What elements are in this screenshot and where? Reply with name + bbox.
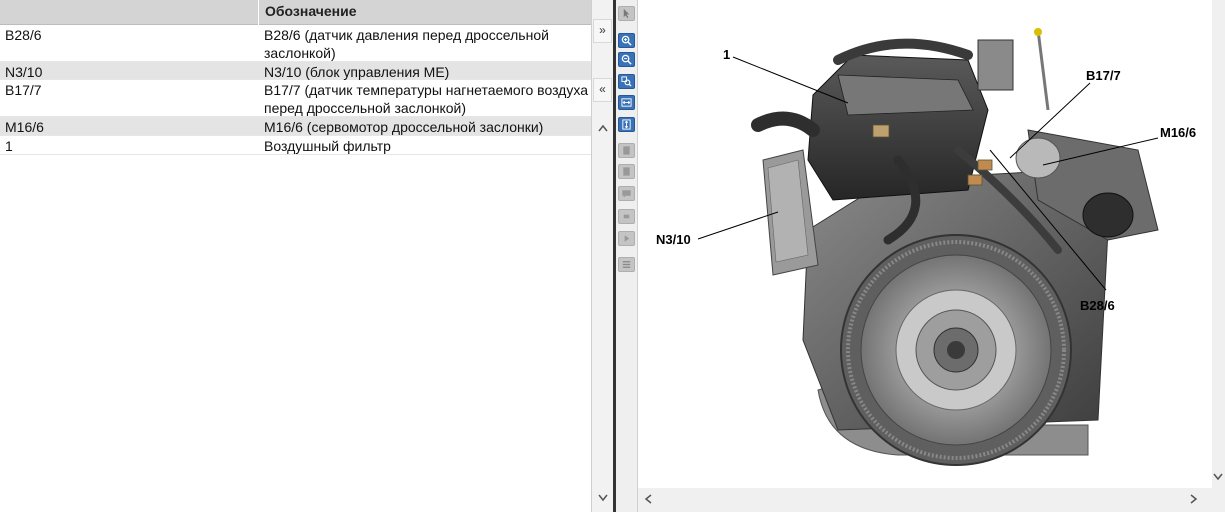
header-code[interactable] (0, 0, 258, 24)
table-row[interactable]: B28/6 B28/6 (датчик давления перед дросс… (0, 25, 591, 62)
scroll-up-arrow[interactable] (594, 120, 612, 136)
page-icon[interactable] (618, 143, 635, 158)
scroll-left-arrow[interactable] (644, 493, 652, 507)
zoom-in-icon[interactable] (618, 33, 635, 48)
image-toolbar (616, 0, 638, 512)
header-designation[interactable]: Обозначение (259, 0, 591, 24)
chevron-left-icon (644, 494, 652, 504)
small-square-icon[interactable] (618, 209, 635, 224)
callout-air-filter[interactable]: 1 (723, 47, 730, 62)
row-code: B17/7 (5, 82, 42, 98)
scroll-down-arrow[interactable] (594, 490, 612, 506)
table-row[interactable]: M16/6 M16/6 (сервомотор дроссельной засл… (0, 117, 591, 136)
chevron-down-icon (598, 494, 608, 502)
table-row[interactable]: N3/10 N3/10 (блок управления ME) (0, 62, 591, 80)
pointer-icon[interactable] (618, 6, 635, 21)
callout-m16-6[interactable]: M16/6 (1160, 125, 1196, 140)
chevron-right-icon (1190, 494, 1198, 504)
horizontal-scrollbar[interactable] (638, 488, 1212, 512)
parts-table: Обозначение B28/6 B28/6 (датчик давления… (0, 0, 591, 512)
table-header: Обозначение (0, 0, 591, 25)
scroll-right-arrow[interactable] (1190, 493, 1198, 507)
row-description: B17/7 (датчик температуры нагнетаемого в… (264, 82, 588, 116)
vertical-scrollbar[interactable] (1212, 0, 1225, 488)
list-icon[interactable] (618, 257, 635, 272)
zoom-out-icon[interactable] (618, 52, 635, 67)
fit-width-icon[interactable] (618, 95, 635, 110)
expand-pane-button[interactable]: » (593, 19, 612, 43)
table-body: B28/6 B28/6 (датчик давления перед дросс… (0, 25, 591, 155)
row-description: B28/6 (датчик давления перед дроссельной… (264, 27, 549, 61)
row-code: 1 (5, 138, 13, 154)
chevron-up-icon (598, 124, 608, 132)
callout-n3-10[interactable]: N3/10 (656, 232, 691, 247)
engine-illustration (697, 28, 1159, 466)
callout-b17-7[interactable]: B17/7 (1086, 68, 1121, 83)
collapse-pane-button[interactable]: « (593, 78, 612, 102)
table-row[interactable]: 1 Воздушный фильтр (0, 136, 591, 155)
page-icon[interactable] (618, 164, 635, 179)
callout-b28-6[interactable]: B28/6 (1080, 298, 1115, 313)
row-description: M16/6 (сервомотор дроссельной заслонки) (264, 119, 544, 135)
chevron-down-icon (1213, 473, 1223, 481)
fit-height-icon[interactable] (618, 117, 635, 132)
row-description: Воздушный фильтр (264, 138, 391, 154)
zoom-region-icon[interactable] (618, 74, 635, 89)
row-code: N3/10 (5, 64, 43, 80)
play-icon[interactable] (618, 231, 635, 246)
scroll-down-arrow[interactable] (1213, 470, 1223, 484)
note-icon[interactable] (618, 186, 635, 201)
row-code: M16/6 (5, 119, 44, 135)
pane-splitter[interactable]: » « (591, 0, 613, 512)
row-description: N3/10 (блок управления ME) (264, 64, 450, 80)
table-row[interactable]: B17/7 B17/7 (датчик температуры нагнетае… (0, 80, 591, 117)
engine-illustration-pane[interactable]: 1 B17/7 M16/6 N3/10 B28/6 (638, 0, 1212, 488)
row-code: B28/6 (5, 27, 42, 43)
